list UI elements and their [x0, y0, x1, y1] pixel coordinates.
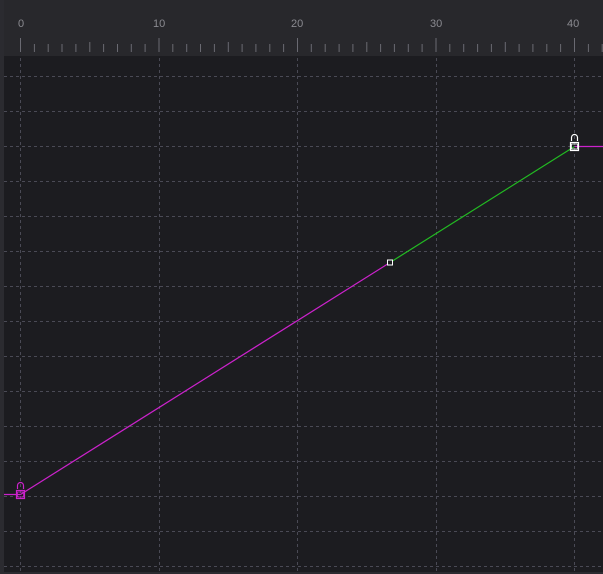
grid-horizontal — [4, 76, 603, 567]
ruler-label: 20 — [291, 18, 303, 30]
spline-graph[interactable]: 0 10 20 30 40 — [0, 0, 603, 574]
ruler-label: 40 — [567, 18, 579, 30]
spline-editor: 0 10 20 30 40 — [0, 0, 603, 574]
ruler-label: 0 — [18, 18, 24, 30]
ruler-label: 10 — [153, 18, 165, 30]
curve-segment-1[interactable] — [20, 261, 391, 496]
ruler-ticks — [20, 38, 603, 52]
keyframe-middle[interactable] — [387, 259, 393, 266]
curve-segment-2[interactable] — [389, 145, 575, 264]
keyframe-handle[interactable] — [387, 259, 393, 266]
ruler-label: 30 — [430, 18, 442, 30]
ruler-labels: 0 10 20 30 40 — [18, 18, 579, 30]
grid-vertical — [20, 58, 575, 572]
